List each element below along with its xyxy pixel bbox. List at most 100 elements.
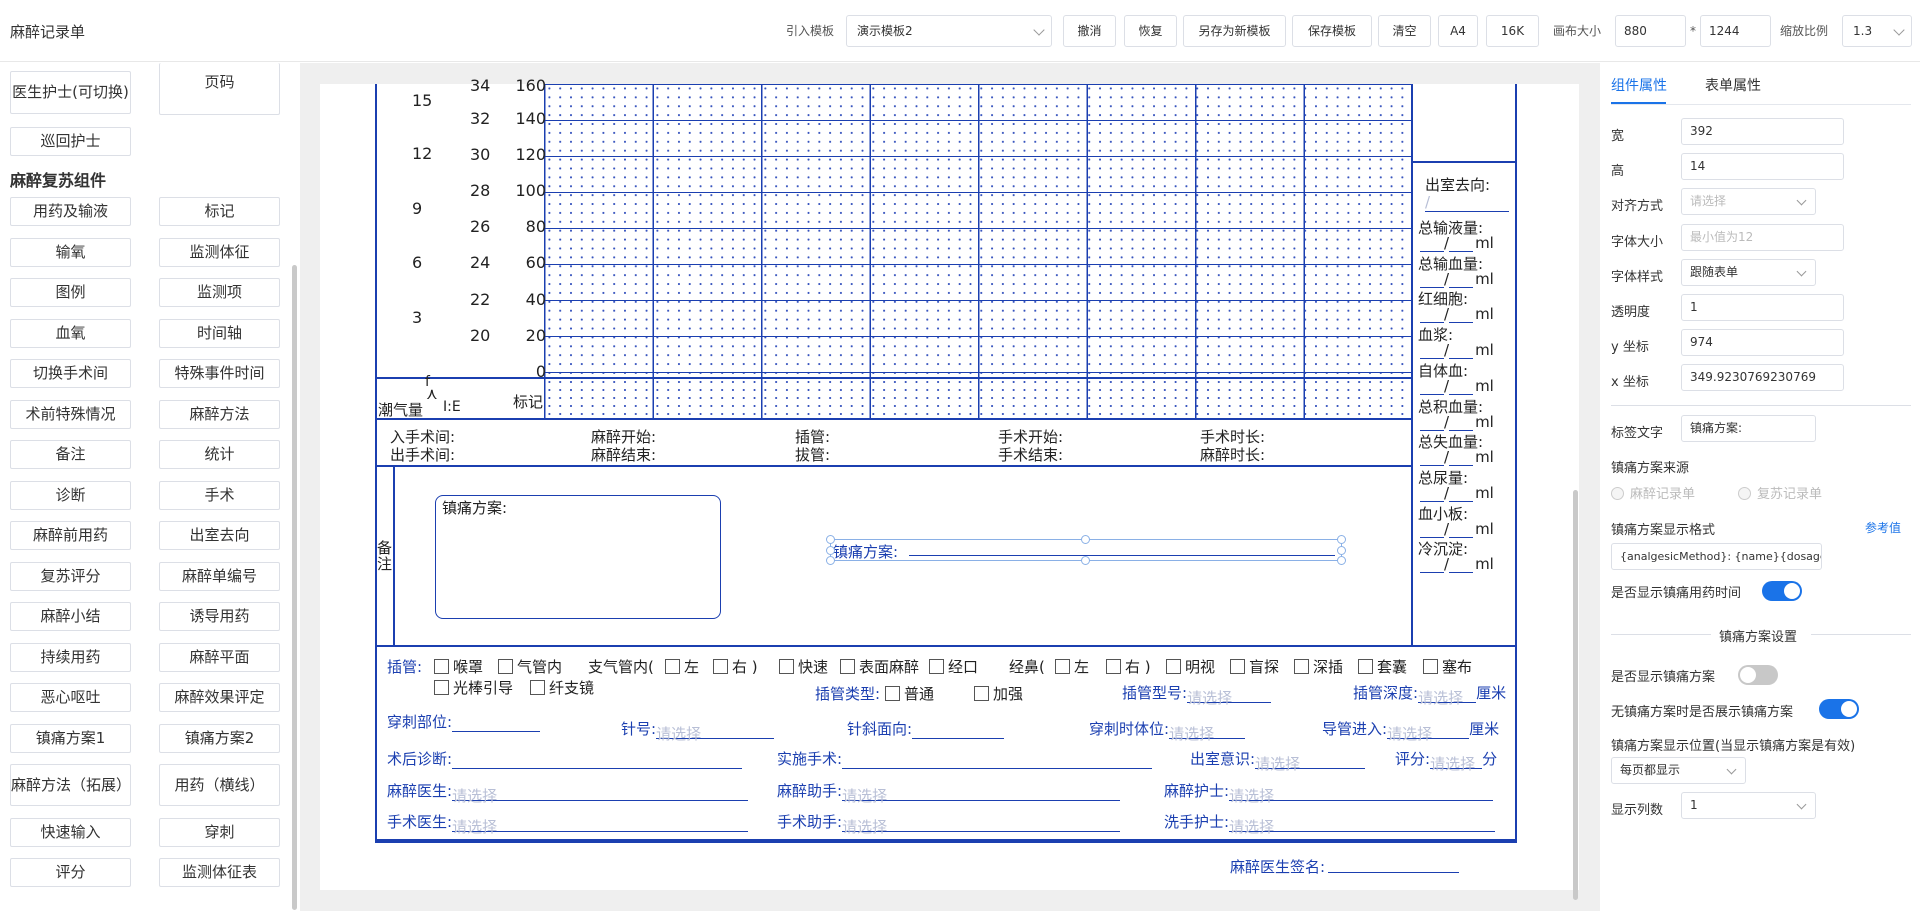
component-item[interactable]: 标记	[159, 197, 280, 226]
checkbox-icon[interactable]	[434, 680, 449, 695]
field-line[interactable]: 请选择	[1229, 785, 1494, 805]
intubation-option[interactable]: 经口	[929, 656, 978, 677]
source-option-anesthesia-record[interactable]: 麻醉记录单	[1611, 483, 1695, 502]
canvas-width-input[interactable]: 880	[1615, 15, 1686, 47]
component-item[interactable]: 用药及输液	[10, 197, 131, 226]
checkbox-icon[interactable]	[665, 659, 680, 674]
intubation-option[interactable]: 右 )	[1106, 656, 1151, 677]
show-when-none-toggle[interactable]	[1819, 699, 1859, 719]
component-item[interactable]: 评分	[10, 858, 131, 887]
tag-text-input[interactable]: 镇痛方案:	[1681, 415, 1816, 442]
tab-component-properties[interactable]: 组件属性	[1611, 75, 1667, 95]
font-size-input[interactable]: 最小值为12	[1681, 224, 1844, 251]
save-template-button[interactable]: 保存模板	[1292, 15, 1372, 47]
checkbox-icon[interactable]	[1055, 659, 1070, 674]
resize-handle[interactable]	[1337, 556, 1346, 565]
checkbox-icon[interactable]	[1294, 659, 1309, 674]
surgeon-field[interactable]: 手术医生:请选择	[387, 811, 749, 836]
intubation-option[interactable]: 塞布	[1423, 656, 1472, 677]
undo-button[interactable]: 撤消	[1063, 15, 1116, 47]
intubation-depth-field[interactable]: 插管深度:请选择 厘米	[1353, 682, 1506, 707]
surgery-assistant-field[interactable]: 手术助手:请选择	[777, 811, 1121, 836]
tab-form-properties[interactable]: 表单属性	[1705, 75, 1761, 95]
resize-handle[interactable]	[1081, 535, 1090, 544]
left-scrollbar[interactable]	[292, 265, 297, 910]
score-field[interactable]: 评分:请选择分	[1395, 748, 1497, 773]
side-total-value[interactable]: / ml	[1420, 377, 1494, 395]
checkbox-icon[interactable]	[840, 659, 855, 674]
show-time-toggle[interactable]	[1762, 581, 1802, 601]
puncture-position-field[interactable]: 穿刺时体位:请选择	[1089, 718, 1246, 743]
resize-handle[interactable]	[1081, 556, 1090, 565]
signature-line[interactable]	[1328, 872, 1459, 873]
checkbox-icon[interactable]	[885, 686, 900, 701]
component-item[interactable]: 监测项	[159, 278, 280, 307]
component-item[interactable]: 输氧	[10, 237, 131, 267]
select-placeholder[interactable]: 请选择	[1418, 687, 1477, 707]
intubation-option[interactable]: 套囊	[1358, 656, 1407, 677]
intubation-option[interactable]: 气管内	[498, 656, 562, 677]
intubation-type-option[interactable]: 加强	[974, 683, 1023, 704]
checkbox-icon[interactable]	[434, 659, 449, 674]
intubation-option[interactable]: 明视	[1166, 656, 1215, 677]
field-line[interactable]	[452, 716, 541, 732]
intubation-option[interactable]: 喉罩	[434, 656, 483, 677]
scrub-nurse-field[interactable]: 洗手护士:请选择	[1164, 811, 1496, 836]
opacity-input[interactable]: 1	[1681, 294, 1844, 321]
component-item[interactable]: 出室去向	[159, 521, 280, 550]
font-style-select[interactable]: 跟随表单	[1681, 259, 1816, 286]
intubation-option[interactable]: 光棒引导	[434, 677, 513, 698]
component-circulating-nurse[interactable]: 巡回护士	[10, 127, 131, 156]
intubation-option[interactable]: 右 )	[713, 656, 758, 677]
canvas-height-input[interactable]: 1244	[1700, 15, 1771, 47]
component-item[interactable]: 监测体征表	[159, 858, 280, 887]
component-item[interactable]: 复苏评分	[10, 561, 131, 591]
checkbox-icon[interactable]	[1423, 659, 1438, 674]
side-total-value[interactable]: / ml	[1420, 448, 1494, 467]
intubation-model-field[interactable]: 插管型号:请选择	[1122, 682, 1272, 707]
resize-handle[interactable]	[1337, 546, 1346, 555]
display-position-select[interactable]: 每页都显示	[1611, 757, 1746, 784]
intubation-option[interactable]: 左	[665, 656, 699, 677]
checkbox-icon[interactable]	[1166, 659, 1181, 674]
16k-button[interactable]: 16K	[1486, 15, 1539, 47]
postop-diagnosis-field[interactable]: 术后诊断:	[387, 748, 743, 769]
component-item[interactable]: 恶心呕吐	[10, 683, 131, 712]
resize-handle[interactable]	[1337, 535, 1346, 544]
component-item[interactable]: 诊断	[10, 480, 131, 510]
component-item[interactable]: 术前特殊情况	[10, 399, 131, 429]
component-item[interactable]: 穿刺	[159, 817, 280, 847]
align-select[interactable]: 请选择	[1681, 188, 1816, 215]
clear-button[interactable]: 清空	[1378, 15, 1431, 47]
field-line[interactable]: 请选择	[1430, 753, 1483, 773]
x-coordinate-input[interactable]: 349.9230769230769	[1681, 364, 1844, 391]
anesthesia-doctor-field[interactable]: 麻醉医生:请选择	[387, 780, 749, 805]
component-item[interactable]: 备注	[10, 440, 131, 469]
display-format-input[interactable]: {analgesicMethod}: {name}{dosage	[1611, 543, 1822, 570]
side-total-value[interactable]: / ml	[1420, 234, 1494, 252]
select-placeholder[interactable]: 请选择	[1187, 687, 1272, 707]
bevel-field[interactable]: 针斜面向:	[847, 718, 1005, 739]
field-line[interactable]: 请选择	[452, 785, 749, 805]
component-item[interactable]: 镇痛方案1	[10, 723, 131, 753]
anesthesia-assistant-field[interactable]: 麻醉助手:请选择	[777, 780, 1121, 805]
field-line[interactable]: 请选择	[1387, 723, 1470, 743]
component-item[interactable]: 麻醉效果评定	[159, 683, 280, 712]
y-coordinate-input[interactable]: 974	[1681, 329, 1844, 356]
checkbox-icon[interactable]	[498, 659, 513, 674]
field-line[interactable]	[842, 753, 1153, 769]
analgesia-box[interactable]: 镇痛方案:	[435, 495, 721, 619]
field-line[interactable]	[452, 753, 743, 769]
checkbox-icon[interactable]	[974, 686, 989, 701]
surgery-performed-field[interactable]: 实施手术:	[777, 748, 1153, 769]
component-item[interactable]: 麻醉前用药	[10, 521, 131, 550]
component-item[interactable]: 图例	[10, 278, 131, 307]
intubation-option[interactable]: 快速	[779, 656, 828, 677]
side-total-value[interactable]: / ml	[1420, 555, 1494, 574]
field-line[interactable]: 请选择	[1169, 723, 1246, 743]
component-item[interactable]: 镇痛方案2	[159, 723, 280, 753]
checkbox-icon[interactable]	[779, 659, 794, 674]
component-item[interactable]: 快速输入	[10, 817, 131, 847]
field-line[interactable]: 请选择	[656, 723, 775, 743]
component-item[interactable]: 特殊事件时间	[159, 359, 280, 388]
